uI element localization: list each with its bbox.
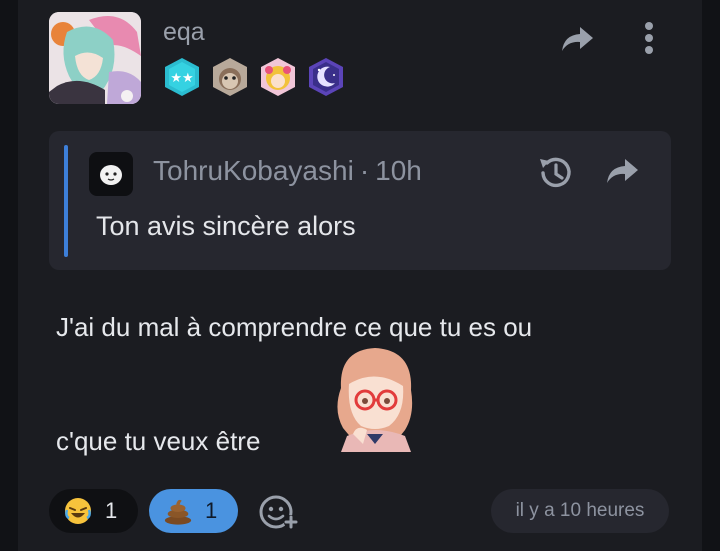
quote-author[interactable]: TohruKobayashi bbox=[153, 155, 354, 186]
moon-badge-icon[interactable] bbox=[305, 56, 347, 98]
post-timestamp: il y a 10 heures bbox=[491, 489, 669, 533]
reaction-count: 1 bbox=[105, 498, 118, 523]
reaction-count: 1 bbox=[205, 498, 218, 523]
reaction-poop[interactable]: 1 bbox=[149, 489, 238, 533]
quote-header: TohruKobayashi · 10h bbox=[153, 155, 422, 187]
quote-text: Ton avis sincère alors bbox=[96, 211, 356, 241]
username[interactable]: eqa bbox=[163, 18, 205, 47]
laughing-face-icon bbox=[63, 496, 93, 526]
quote-time: 10h bbox=[375, 155, 422, 186]
add-reaction-icon[interactable] bbox=[258, 492, 300, 532]
anime-girl-badge-icon[interactable] bbox=[257, 56, 299, 98]
reaction-laughing[interactable]: 1 bbox=[49, 489, 138, 533]
quote-author-avatar[interactable] bbox=[89, 152, 133, 196]
cat-badge-icon[interactable] bbox=[209, 56, 251, 98]
svg-text:★★: ★★ bbox=[170, 71, 193, 86]
quoted-message[interactable]: TohruKobayashi · 10h Ton avis sincère alor… bbox=[49, 131, 671, 270]
two-star-badge-icon[interactable]: ★★ bbox=[161, 56, 203, 98]
quote-separator: · bbox=[359, 155, 370, 186]
message-line-2: c'que tu veux être bbox=[56, 426, 261, 456]
quote-accent-bar bbox=[64, 145, 68, 257]
more-options-icon[interactable] bbox=[634, 18, 664, 58]
poop-icon bbox=[163, 496, 193, 526]
message-line-1: J'ai du mal à comprendre ce que tu es ou bbox=[56, 312, 533, 342]
quote-share-icon[interactable] bbox=[605, 157, 641, 189]
share-icon[interactable] bbox=[558, 22, 596, 56]
badge-list: ★★ bbox=[161, 56, 347, 98]
user-avatar[interactable] bbox=[49, 12, 141, 104]
history-icon[interactable] bbox=[535, 153, 575, 193]
anime-girl-sticker[interactable] bbox=[327, 344, 423, 452]
